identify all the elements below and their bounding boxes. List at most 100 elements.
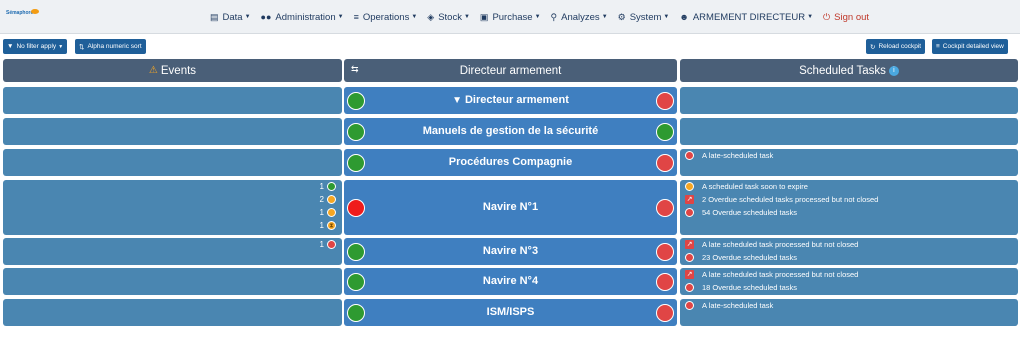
entity-cell[interactable]: ▼ Directeur armement xyxy=(344,87,677,114)
caret-down-icon: ▼ xyxy=(601,14,608,20)
location-pin-icon: ▼ xyxy=(452,95,462,106)
tasks-cell[interactable]: A scheduled task soon to expire ↗ 2 Overdu… xyxy=(680,180,1018,235)
event-count-item[interactable]: 1 xyxy=(320,208,336,217)
right-red-status-icon[interactable] xyxy=(656,91,674,110)
events-cell[interactable] xyxy=(3,118,342,145)
menu-data[interactable]: ▤ Data ▼ xyxy=(210,12,251,23)
swap-icon[interactable]: ⇆ xyxy=(351,64,359,75)
main-menu: ▤ Data ▼ ●● Administration ▼ ≡ Operations ▼ ◈ S… xyxy=(210,9,879,25)
entity-cell[interactable]: Procédures Compagnie xyxy=(344,149,677,176)
filter-button-label: No filter apply xyxy=(16,43,57,50)
tasks-cell[interactable]: A late-scheduled task xyxy=(680,149,1018,176)
right-red-status-icon[interactable] xyxy=(656,272,674,291)
green-status-icon xyxy=(327,182,336,191)
scheduled-task-item[interactable]: A late-scheduled task xyxy=(685,151,773,160)
entity-label: Procédures Compagnie xyxy=(344,156,677,168)
reload-cockpit-button[interactable]: ↻ Reload cockpit xyxy=(866,39,926,54)
cogs-icon: ⚙ xyxy=(617,11,626,22)
menu-operations[interactable]: ≡ Operations ▼ xyxy=(354,12,418,23)
event-count-item[interactable]: 1 ⧗ xyxy=(320,221,336,230)
events-cell[interactable]: 1 2 1 1 ⧗ xyxy=(3,180,342,235)
sign-out-link[interactable]: ⏻ Sign out xyxy=(823,12,869,23)
entity-label: ▼ Directeur armement xyxy=(344,94,677,106)
sign-out-label: Sign out xyxy=(834,11,870,23)
power-icon: ⏻ xyxy=(823,11,831,22)
tasks-cell[interactable]: ↗ A late scheduled task processed but not… xyxy=(680,268,1018,295)
sort-button[interactable]: ⇅ Alpha numeric sort xyxy=(75,39,146,54)
menu-user-label: ARMEMENT DIRECTEUR xyxy=(692,11,806,23)
entity-label: ISM/ISPS xyxy=(344,306,677,318)
entity-label: Navire N°1 xyxy=(344,201,677,213)
right-red-status-icon[interactable] xyxy=(656,153,674,172)
sort-button-label: Alpha numeric sort xyxy=(87,43,142,50)
scheduled-task-item[interactable]: 23 Overdue scheduled tasks xyxy=(685,253,797,262)
right-green-status-icon[interactable] xyxy=(656,122,674,141)
scheduled-task-text: A late-scheduled task xyxy=(702,301,774,310)
menu-administration-label: Administration xyxy=(275,11,336,23)
tasks-cell[interactable]: A late-scheduled task xyxy=(680,299,1018,326)
right-red-status-icon[interactable] xyxy=(656,303,674,322)
layers-icon: ◈ xyxy=(427,11,435,22)
events-cell[interactable] xyxy=(3,299,342,326)
menu-analyzes[interactable]: ⚲ Analyzes ▼ xyxy=(551,12,608,23)
entity-cell[interactable]: Navire N°1 xyxy=(344,180,677,235)
caret-down-icon: ▼ xyxy=(244,14,251,20)
entity-cell[interactable]: Navire N°3 xyxy=(344,238,677,265)
red-status-icon xyxy=(685,151,694,160)
entity-label-text: Procédures Compagnie xyxy=(448,156,573,168)
red-status-icon xyxy=(685,301,694,310)
menu-data-label: Data xyxy=(222,11,243,23)
entity-label-text: Navire N°1 xyxy=(482,201,539,213)
filter-button[interactable]: ▼ No filter apply ▼ xyxy=(3,39,68,54)
entity-label: Navire N°4 xyxy=(344,275,677,287)
event-count-item[interactable]: 1 xyxy=(320,240,336,249)
scheduled-task-item[interactable]: ↗ A late scheduled task processed but not… xyxy=(685,240,858,249)
reload-cockpit-label: Reload cockpit xyxy=(878,43,922,50)
tasks-cell[interactable] xyxy=(680,87,1018,114)
database-icon: ▤ xyxy=(210,11,219,22)
top-navbar: Sémaphore ▤ Data ▼ ●● Administration ▼ ≡ Oper… xyxy=(0,0,1020,34)
event-count-item[interactable]: 2 xyxy=(320,195,336,204)
entity-label: Navire N°3 xyxy=(344,245,677,257)
entity-cell[interactable]: Manuels de gestion de la sécurité xyxy=(344,118,677,145)
events-cell[interactable] xyxy=(3,149,342,176)
cockpit-detailed-view-button[interactable]: ≡ Cockpit detailed view xyxy=(932,39,1008,54)
event-count-item[interactable]: 1 xyxy=(320,182,336,191)
app-logo[interactable]: Sémaphore xyxy=(6,10,33,16)
scheduled-task-item[interactable]: ↗ 2 Overdue scheduled tasks processed but… xyxy=(685,195,878,204)
right-red-status-icon[interactable] xyxy=(656,242,674,261)
tasks-cell[interactable]: ↗ A late scheduled task processed but not… xyxy=(680,238,1018,265)
entity-label-text: Navire N°4 xyxy=(482,275,539,287)
orange-status-icon xyxy=(327,195,336,204)
menu-purchase[interactable]: ▣ Purchase ▼ xyxy=(480,12,541,23)
caret-down-icon: ▼ xyxy=(807,14,814,20)
event-count: 1 xyxy=(319,240,324,249)
scheduled-task-item[interactable]: ↗ A late scheduled task processed but not… xyxy=(685,270,858,279)
events-cell[interactable] xyxy=(3,87,342,114)
menu-purchase-label: Purchase xyxy=(492,11,533,23)
events-cell[interactable] xyxy=(3,268,342,295)
scheduled-task-item[interactable]: A scheduled task soon to expire xyxy=(685,182,808,191)
orange-status-icon xyxy=(685,182,694,191)
entity-cell[interactable]: ISM/ISPS xyxy=(344,299,677,326)
entity-label-text: Navire N°3 xyxy=(482,245,539,257)
scheduled-task-item[interactable]: 54 Overdue scheduled tasks xyxy=(685,208,797,217)
search-icon: ⚲ xyxy=(550,11,558,22)
event-count: 1 xyxy=(319,221,324,230)
menu-system[interactable]: ⚙ System ▼ xyxy=(618,12,670,23)
menu-stock[interactable]: ◈ Stock ▼ xyxy=(427,12,470,23)
menu-administration[interactable]: ●● Administration ▼ xyxy=(261,12,344,23)
right-red-status-icon[interactable] xyxy=(656,198,674,217)
scheduled-task-text: 2 Overdue scheduled tasks processed but … xyxy=(702,195,879,204)
events-cell[interactable]: 1 xyxy=(3,238,342,265)
hourglass-icon: ⧗ xyxy=(327,221,336,230)
scheduled-task-item[interactable]: A late-scheduled task xyxy=(685,301,773,310)
menu-user[interactable]: ☻ ARMEMENT DIRECTEUR ▼ xyxy=(679,12,813,23)
info-icon[interactable]: i xyxy=(888,65,899,76)
red-status-icon xyxy=(685,283,694,292)
entity-cell[interactable]: Navire N°4 xyxy=(344,268,677,295)
list-check-icon: ≡ xyxy=(353,12,359,22)
tasks-cell[interactable] xyxy=(680,118,1018,145)
cockpit-detailed-view-label: Cockpit detailed view xyxy=(942,43,1004,50)
scheduled-task-item[interactable]: 18 Overdue scheduled tasks xyxy=(685,283,797,292)
